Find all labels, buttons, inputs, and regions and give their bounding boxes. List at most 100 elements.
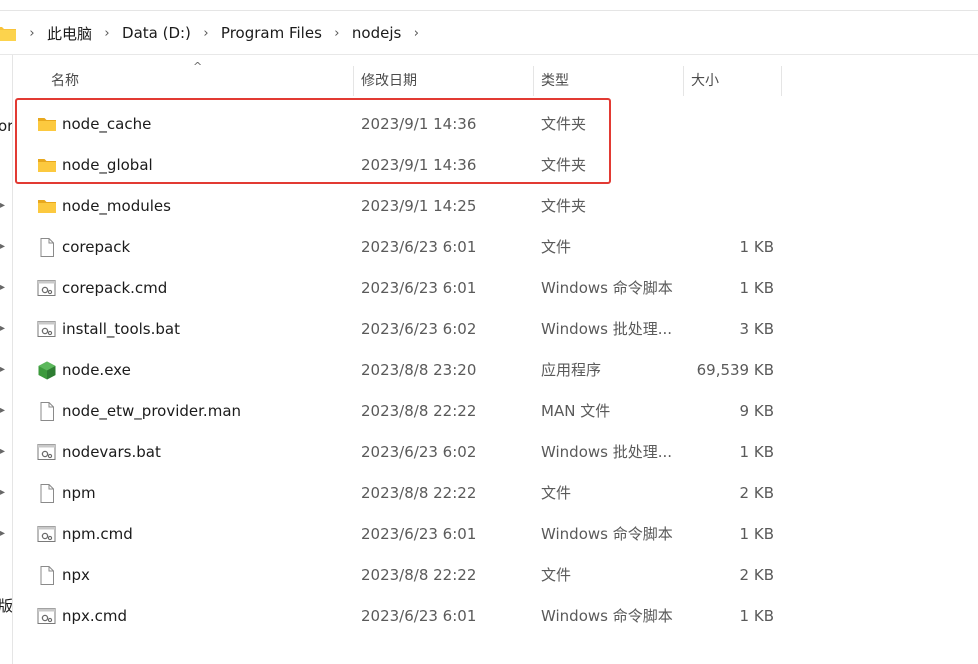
file-size: 2 KB (739, 484, 774, 502)
breadcrumb: › 此电脑 › Data (D:) › Program Files › node… (22, 12, 426, 54)
column-header-name[interactable]: 名称 (45, 62, 353, 100)
file-size: 2 KB (739, 566, 774, 584)
file-row[interactable]: npm.cmd 2023/6/23 6:01 Windows 命令脚本 1 KB (13, 514, 978, 555)
column-header-type[interactable]: 类型 (535, 62, 683, 100)
nodejs-app-icon (37, 361, 57, 380)
chevron-right-icon[interactable]: ▸ (0, 364, 10, 376)
chevron-right-icon[interactable]: › (97, 26, 117, 41)
file-type: 应用程序 (541, 361, 602, 379)
column-divider[interactable] (533, 66, 534, 96)
file-type: MAN 文件 (541, 402, 611, 420)
chevron-right-icon[interactable]: ▸ (0, 282, 10, 294)
column-divider[interactable] (683, 66, 684, 96)
file-type: Windows 批处理... (541, 320, 673, 338)
chevron-right-icon[interactable]: › (196, 26, 216, 41)
folder-icon (37, 115, 57, 134)
file-row[interactable]: node_global 2023/9/1 14:36 文件夹 (13, 145, 978, 186)
file-size: 1 KB (739, 525, 774, 543)
script-file-icon (37, 320, 57, 339)
nav-item-label[interactable]: or (0, 117, 12, 135)
file-row[interactable]: corepack 2023/6/23 6:01 文件 1 KB (13, 227, 978, 268)
address-bar[interactable]: › 此电脑 › Data (D:) › Program Files › node… (0, 12, 978, 55)
script-file-icon (37, 279, 57, 298)
nav-item-label[interactable]: 版 (0, 595, 12, 616)
chevron-right-icon[interactable]: ▸ (0, 528, 10, 540)
file-type: Windows 命令脚本 (541, 525, 673, 543)
chevron-right-icon[interactable]: ▸ (0, 446, 10, 458)
file-row[interactable]: node_cache 2023/9/1 14:36 文件夹 (13, 104, 978, 145)
script-file-icon (37, 607, 57, 626)
file-size: 9 KB (739, 402, 774, 420)
file-row[interactable]: npx 2023/8/8 22:22 文件 2 KB (13, 555, 978, 596)
file-type: Windows 批处理... (541, 443, 673, 461)
chevron-right-icon[interactable]: ▸ (0, 405, 10, 417)
navigation-pane[interactable]: or ▸ ▸ ▸ ▸ ▸ ▸ ▸ ▸ ▸ 版 (0, 55, 13, 664)
chevron-right-icon[interactable]: › (406, 26, 426, 41)
file-modified-date: 2023/6/23 6:01 (361, 279, 477, 297)
column-header-size[interactable]: 大小 (685, 62, 781, 100)
file-row[interactable]: npm 2023/8/8 22:22 文件 2 KB (13, 473, 978, 514)
file-modified-date: 2023/9/1 14:36 (361, 156, 477, 174)
file-modified-date: 2023/9/1 14:25 (361, 197, 477, 215)
file-modified-date: 2023/9/1 14:36 (361, 115, 477, 133)
file-name: node_global (62, 156, 153, 174)
file-modified-date: 2023/6/23 6:02 (361, 320, 477, 338)
file-modified-date: 2023/6/23 6:01 (361, 607, 477, 625)
file-size: 1 KB (739, 607, 774, 625)
file-type: Windows 命令脚本 (541, 607, 673, 625)
file-icon (37, 238, 57, 257)
file-row[interactable]: node_modules 2023/9/1 14:25 文件夹 (13, 186, 978, 227)
chevron-right-icon[interactable]: ▸ (0, 200, 10, 212)
file-modified-date: 2023/8/8 22:22 (361, 402, 477, 420)
file-size: 1 KB (739, 279, 774, 297)
chevron-right-icon[interactable]: › (22, 26, 42, 41)
file-size: 3 KB (739, 320, 774, 338)
file-name: node_etw_provider.man (62, 402, 242, 420)
file-type: 文件 (541, 566, 572, 584)
file-row[interactable]: npx.cmd 2023/6/23 6:01 Windows 命令脚本 1 KB (13, 596, 978, 637)
file-modified-date: 2023/6/23 6:02 (361, 443, 477, 461)
file-row[interactable]: node_etw_provider.man 2023/8/8 22:22 MAN 文… (13, 391, 978, 432)
script-file-icon (37, 525, 57, 544)
file-name: npx (62, 566, 90, 584)
file-name: node_cache (62, 115, 152, 133)
file-icon (37, 402, 57, 421)
script-file-icon (37, 443, 57, 462)
file-modified-date: 2023/8/8 23:20 (361, 361, 477, 379)
chevron-right-icon[interactable]: › (327, 26, 347, 41)
column-header-date[interactable]: 修改日期 (355, 62, 533, 100)
file-modified-date: 2023/6/23 6:01 (361, 238, 477, 256)
chevron-right-icon[interactable]: ▸ (0, 323, 10, 335)
file-icon (37, 566, 57, 585)
file-row[interactable]: corepack.cmd 2023/6/23 6:01 Windows 命令脚本 1 … (13, 268, 978, 309)
breadcrumb-item-data-drive[interactable]: Data (D:) (117, 24, 196, 42)
file-size: 69,539 KB (696, 361, 774, 379)
file-type: 文件夹 (541, 115, 587, 133)
file-modified-date: 2023/8/8 22:22 (361, 566, 477, 584)
file-name: npx.cmd (62, 607, 128, 625)
folder-icon (37, 156, 57, 175)
file-type: 文件 (541, 484, 572, 502)
folder-icon (37, 197, 57, 216)
file-size: 1 KB (739, 443, 774, 461)
file-name: install_tools.bat (62, 320, 180, 338)
file-row[interactable]: nodevars.bat 2023/6/23 6:02 Windows 批处理...… (13, 432, 978, 473)
chevron-right-icon[interactable]: ▸ (0, 487, 10, 499)
file-row[interactable]: install_tools.bat 2023/6/23 6:02 Windows 批… (13, 309, 978, 350)
folder-icon (0, 27, 16, 41)
file-name: nodevars.bat (62, 443, 161, 461)
file-size: 1 KB (739, 238, 774, 256)
file-icon (37, 484, 57, 503)
breadcrumb-item-this-pc[interactable]: 此电脑 (42, 23, 97, 44)
chevron-right-icon[interactable]: ▸ (0, 241, 10, 253)
breadcrumb-item-nodejs[interactable]: nodejs (347, 24, 406, 42)
breadcrumb-item-program-files[interactable]: Program Files (216, 24, 327, 42)
column-divider[interactable] (353, 66, 354, 96)
file-type: 文件 (541, 238, 572, 256)
file-type: 文件夹 (541, 156, 587, 174)
column-divider[interactable] (781, 66, 782, 96)
file-name: npm (62, 484, 96, 502)
file-type: Windows 命令脚本 (541, 279, 673, 297)
file-row[interactable]: node.exe 2023/8/8 23:20 应用程序 69,539 KB (13, 350, 978, 391)
file-name: corepack (62, 238, 131, 256)
